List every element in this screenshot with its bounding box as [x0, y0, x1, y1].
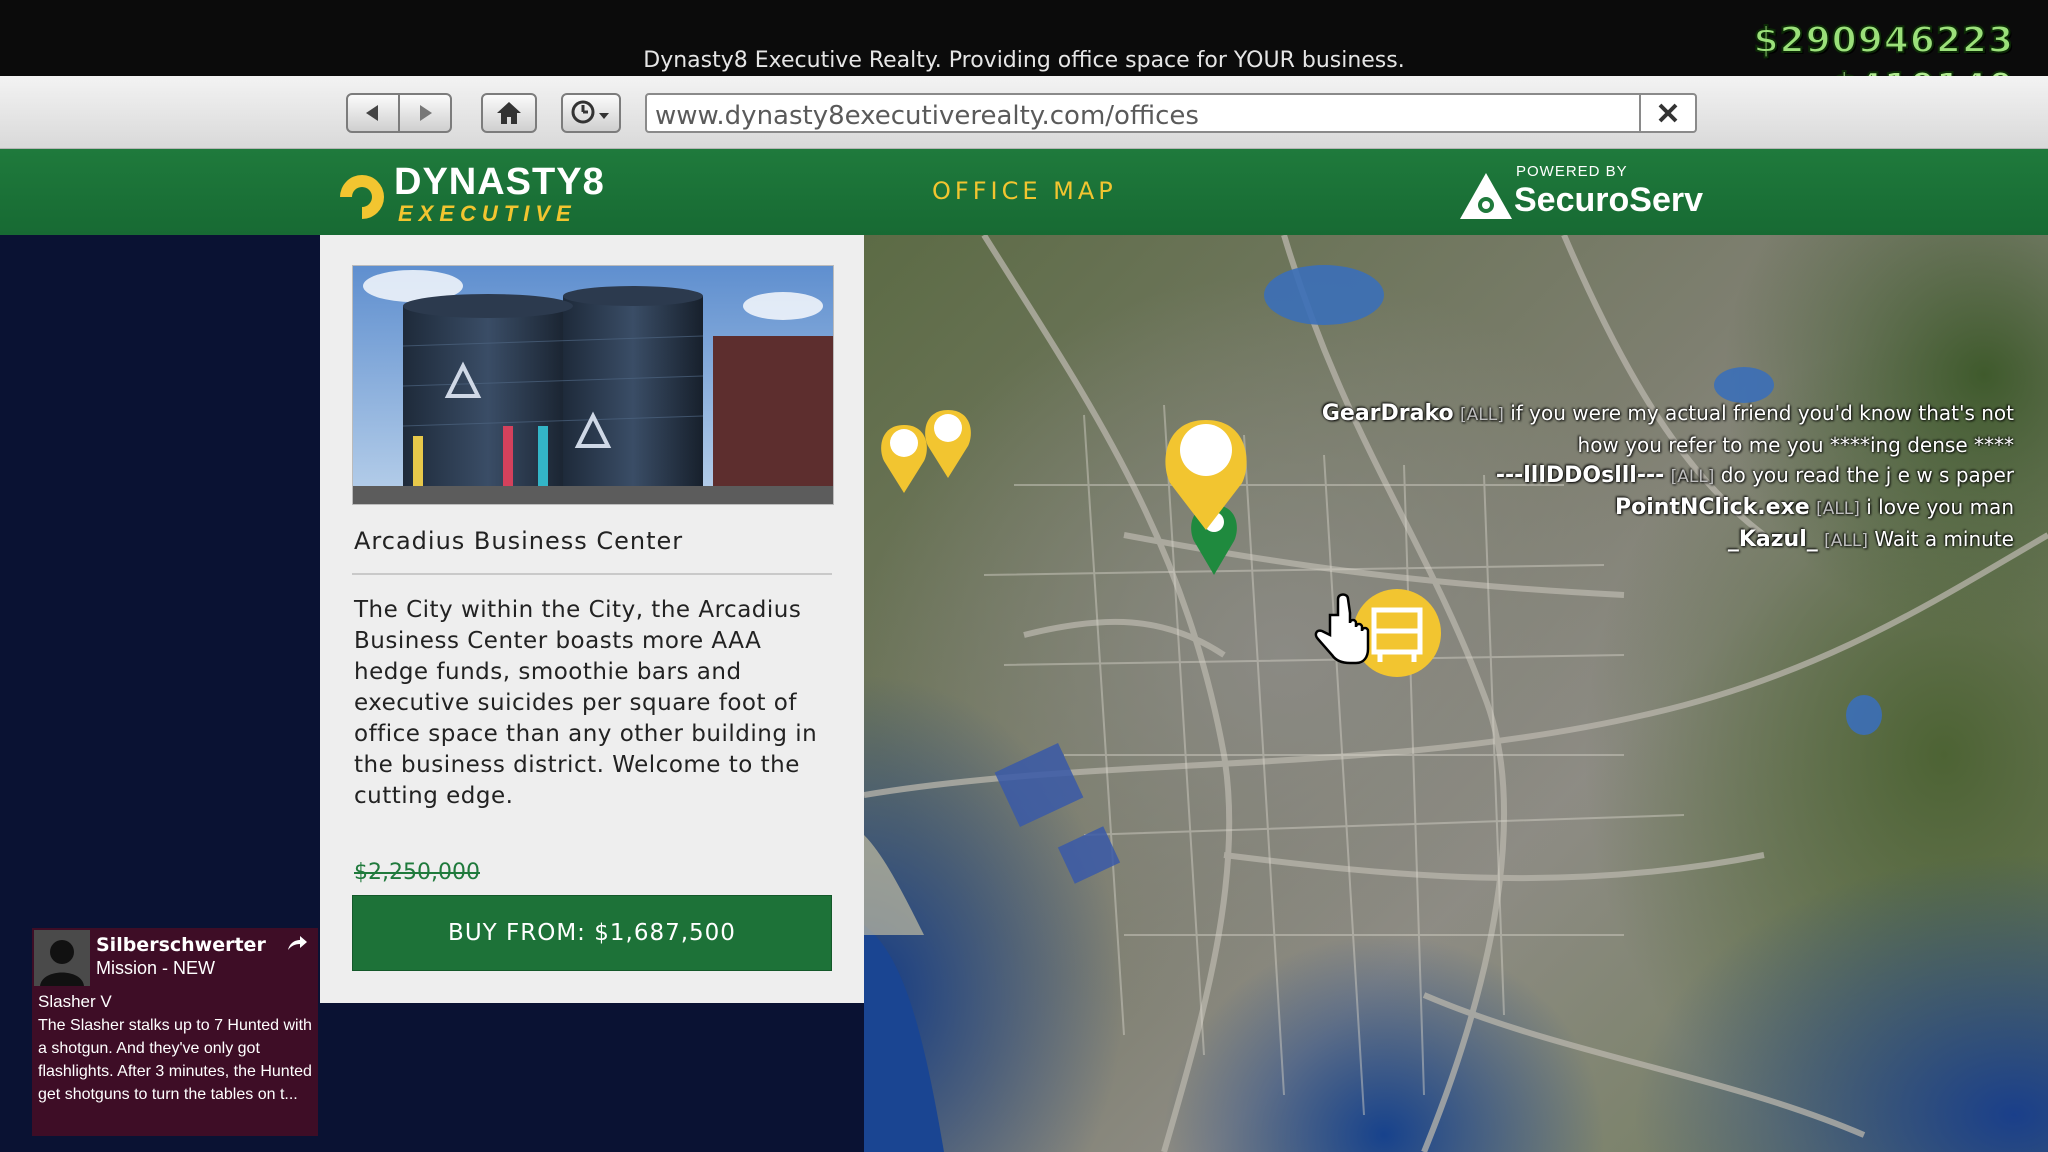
powered-by-label: POWERED BY [1516, 163, 1628, 180]
notification-sender: Silberschwerter [96, 934, 266, 956]
chat-text: if you were my actual friend you'd know … [1510, 401, 2014, 457]
forward-button[interactable] [398, 93, 452, 133]
property-name: Arcadius Business Center [354, 527, 684, 555]
site-header: DYNASTY8 EXECUTIVE OFFICE MAP POWERED BY… [0, 149, 2048, 235]
home-icon [497, 102, 521, 124]
chat-feed: GearDrako [ALL] if you were my actual fr… [1300, 398, 2014, 556]
chat-text: Wait a minute [1874, 527, 2014, 551]
securoserv-mark-icon [1460, 173, 1512, 219]
map-pin-selected[interactable] [1165, 420, 1247, 530]
back-button[interactable] [346, 93, 400, 133]
property-photo [352, 265, 834, 505]
chat-sender: _Kazul_ [1727, 527, 1818, 552]
chat-message: _Kazul_ [ALL] Wait a minute [1300, 524, 2014, 556]
close-button[interactable] [1639, 93, 1695, 133]
back-arrow-icon [366, 105, 378, 121]
chat-channel: [ALL] [1824, 531, 1868, 551]
map-roads [864, 235, 2048, 1152]
chat-text: do you read the j e w s paper [1720, 463, 2014, 487]
notification-subtitle: Mission - NEW [96, 958, 216, 978]
notification-title: Slasher V [38, 992, 112, 1011]
property-panel: Arcadius Business Center The City within… [320, 235, 864, 1003]
map-pin-yellow-1[interactable] [881, 425, 927, 493]
notification-body: The Slasher stalks up to 7 Hunted with a… [38, 1017, 312, 1103]
avatar [34, 930, 90, 986]
logo-line2: EXECUTIVE [398, 201, 577, 226]
chat-message: ---lllDDOslll--- [ALL] do you read the j… [1300, 460, 2014, 492]
dynasty8-mark-icon [340, 175, 384, 219]
window-titlebar: Dynasty8 Executive Realty. Providing off… [0, 0, 2048, 108]
close-icon [1658, 103, 1678, 123]
partner-name: SecuroServ [1514, 181, 1703, 219]
forward-arrow-icon [420, 105, 432, 121]
original-price: $2,250,000 [354, 860, 480, 885]
mission-notification[interactable]: Silberschwerter Mission - NEW Slasher V … [32, 928, 318, 1136]
address-bar[interactable]: www.dynasty8executiverealty.com/offices [645, 93, 1697, 133]
home-button[interactable] [481, 93, 537, 133]
chat-channel: [ALL] [1670, 467, 1715, 487]
securoserv-logo: POWERED BY SecuroServ [1458, 161, 1718, 231]
dynasty8-logo[interactable]: DYNASTY8 EXECUTIVE [334, 161, 604, 226]
window-title: Dynasty8 Executive Realty. Providing off… [643, 48, 1405, 73]
chat-message: PointNClick.exe [ALL] i love you man [1300, 492, 2014, 524]
office-map[interactable] [864, 235, 2048, 1152]
chat-message: GearDrako [ALL] if you were my actual fr… [1300, 398, 2014, 460]
logo-line1: DYNASTY8 [394, 161, 605, 203]
bank-balance: $290946223 [1753, 19, 2014, 62]
history-button[interactable] [561, 93, 621, 133]
building-image [353, 266, 833, 504]
chat-channel: [ALL] [1460, 405, 1504, 425]
browser-toolbar: www.dynasty8executiverealty.com/offices [0, 76, 2048, 149]
url-text[interactable]: www.dynasty8executiverealty.com/offices [655, 101, 1199, 131]
hand-cursor-icon [1314, 593, 1370, 665]
page-title: OFFICE MAP [932, 177, 1117, 205]
chat-sender: ---lllDDOslll--- [1495, 463, 1665, 488]
divider [352, 573, 832, 575]
chat-channel: [ALL] [1816, 499, 1860, 519]
chat-sender: PointNClick.exe [1615, 495, 1810, 520]
clock-dropdown-icon [571, 100, 609, 124]
chat-sender: GearDrako [1321, 401, 1454, 426]
property-description: The City within the City, the Arcadius B… [354, 597, 818, 809]
buy-button[interactable]: BUY FROM: $1,687,500 [352, 895, 832, 971]
map-pin-yellow-2[interactable] [925, 410, 971, 478]
chat-text: i love you man [1866, 495, 2014, 519]
share-arrow-icon [286, 934, 308, 958]
